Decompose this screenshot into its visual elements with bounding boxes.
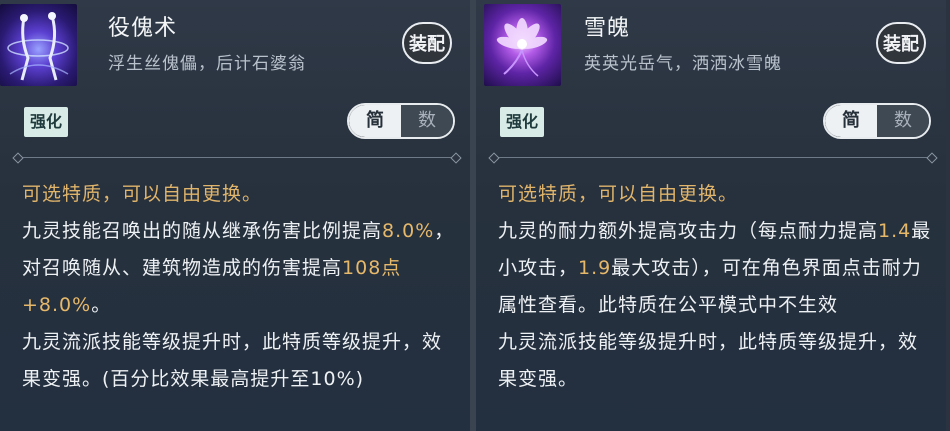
trait-scaling-paragraph: 九灵流派技能等级提升时，此特质等级提升，效果变强。(百分比效果最高提升至10%): [22, 331, 443, 390]
lotus-trait-icon: [484, 4, 561, 86]
equip-button[interactable]: 装配: [402, 22, 452, 64]
effect-text: 。: [91, 294, 112, 316]
trait-header: 雪魄 英英光岳气，洒洒冰雪魄 装配: [476, 0, 946, 92]
section-divider: [488, 152, 938, 164]
detail-mode-toggle[interactable]: 简 数: [347, 103, 455, 139]
trait-scaling-paragraph: 九灵流派技能等级提升时，此特质等级提升，效果变强。: [498, 331, 919, 390]
detail-mode-toggle[interactable]: 简 数: [823, 103, 931, 139]
trait-panel-right: 雪魄 英英光岳气，洒洒冰雪魄 装配 强化 简 数 可选特质，可以自由更换。 九灵…: [476, 0, 946, 431]
trait-compare-view: 役傀术 浮生丝傀儡，后计石婆翁 装配 强化 简 数 可选特质，可以自由更换。 九…: [0, 0, 950, 431]
trait-title: 役傀术: [108, 16, 178, 41]
equip-button[interactable]: 装配: [876, 22, 926, 64]
toggle-numeric[interactable]: 数: [877, 105, 929, 137]
toggle-simple[interactable]: 简: [825, 105, 877, 137]
trait-description: 可选特质，可以自由更换。 九灵技能召唤出的随从继承伤害比例提高8.0%，对召唤随…: [22, 176, 458, 398]
trait-effect-paragraph: 九灵技能召唤出的随从继承伤害比例提高8.0%，对召唤随从、建筑物造成的伤害提高1…: [22, 213, 458, 324]
toggle-numeric[interactable]: 数: [401, 105, 453, 137]
trait-panel-left: 役傀术 浮生丝傀儡，后计石婆翁 装配 强化 简 数 可选特质，可以自由更换。 九…: [0, 0, 470, 431]
effect-text: 九灵的耐力额外提高攻击力（每点耐力提高: [498, 220, 879, 242]
trait-effect-paragraph: 九灵的耐力额外提高攻击力（每点耐力提高1.4最小攻击，1.9最大攻击），可在角色…: [498, 213, 934, 324]
trait-intro: 可选特质，可以自由更换。: [498, 183, 739, 205]
effect-value: 8.0%: [382, 220, 435, 242]
enhance-tag: 强化: [500, 107, 545, 137]
effect-value: 1.4: [878, 220, 912, 242]
trait-subtitle: 浮生丝傀儡，后计石婆翁: [108, 54, 306, 74]
effect-text: 九灵技能召唤出的随从继承伤害比例提高: [22, 220, 383, 242]
enhance-tag: 强化: [24, 107, 69, 137]
trait-title: 雪魄: [584, 16, 631, 41]
puppet-trait-icon: [0, 4, 77, 86]
section-divider: [12, 152, 462, 164]
trait-subtitle: 英英光岳气，洒洒冰雪魄: [584, 54, 782, 74]
trait-intro: 可选特质，可以自由更换。: [22, 183, 263, 205]
trait-description: 可选特质，可以自由更换。 九灵的耐力额外提高攻击力（每点耐力提高1.4最小攻击，…: [498, 176, 934, 398]
effect-value: 1.9: [578, 257, 612, 279]
trait-header: 役傀术 浮生丝傀儡，后计石婆翁 装配: [0, 0, 470, 92]
toggle-simple[interactable]: 简: [349, 105, 401, 137]
